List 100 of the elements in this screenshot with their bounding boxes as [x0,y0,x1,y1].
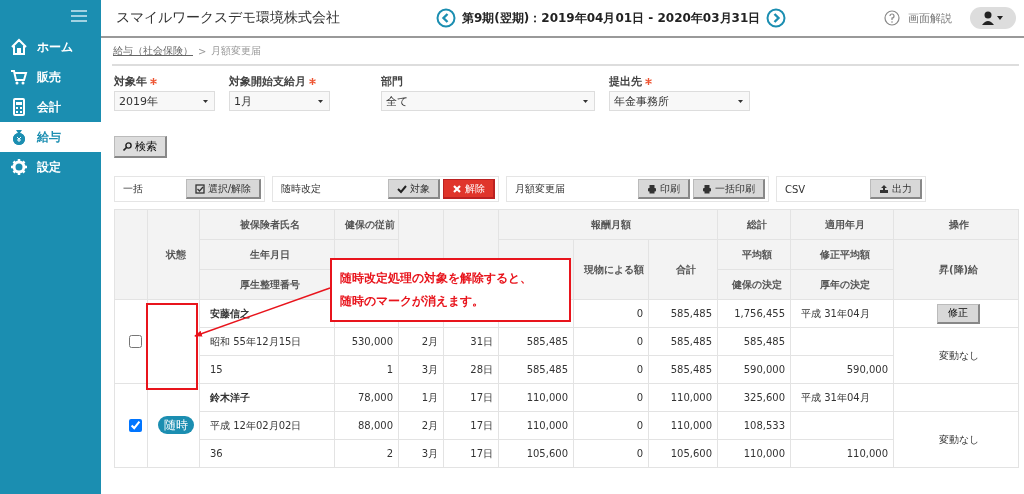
field-label: 対象年 [114,74,147,89]
checkbox-icon [194,183,205,194]
table-cell: 0 [573,411,649,440]
action-button[interactable]: 解除 [443,179,495,199]
required-mark-icon [309,78,316,85]
money-bag-icon [10,128,28,146]
action-button[interactable]: 印刷 [638,179,690,199]
required-mark-icon [645,78,652,85]
column-header: 厚年の決定 [790,269,894,300]
caret-icon [738,99,743,103]
table-cell: 110,000 [648,383,718,412]
column-header: 被保険者氏名 [199,209,335,240]
field-label: 部門 [381,74,403,89]
table-cell: 36 [199,439,335,468]
settings-icon [10,158,28,176]
table-cell: 平成 31年04月 [790,299,894,328]
table-cell: 0 [573,299,649,328]
table-cell: 325,600 [717,383,791,412]
table-cell: 110,000 [498,411,574,440]
search-icon [123,142,132,151]
panel-label: 随時改定 [281,182,321,196]
table-cell: 585,485 [717,327,791,356]
table-cell: 78,000 [334,383,399,412]
column-header: 修正平均額 [790,239,894,270]
table-cell: 変動なし [893,411,1019,468]
panel-label: CSV [785,183,806,195]
sidebar-item[interactable]: 会計 [0,92,101,122]
employee-name: 鈴木洋子 [199,383,335,412]
row-checkbox[interactable] [129,335,142,348]
dropdown[interactable]: 2019年 [114,91,215,111]
field-label: 対象開始支給月 [229,74,306,89]
printer-icon [647,183,657,194]
upload-icon [879,183,889,194]
sidebar-item[interactable]: ホーム [0,32,101,62]
required-mark-icon [150,78,157,85]
menu-icon[interactable] [71,10,87,22]
edit-button[interactable]: 修正 [937,303,981,324]
table-cell: 530,000 [334,327,399,356]
table-cell: 15 [199,355,335,384]
caret-icon [318,99,323,103]
user-menu-button[interactable] [970,7,1017,29]
table-cell: 17日 [443,411,499,440]
table-cell: 110,000 [498,383,574,412]
dropdown[interactable]: 全て [381,91,595,111]
table-cell: 585,485 [648,327,718,356]
action-button[interactable]: 一括印刷 [693,179,765,199]
close-icon [452,183,462,194]
help-icon[interactable] [884,10,901,26]
sidebar-item[interactable]: 給与 [0,122,101,152]
column-header: 報酬月額 [498,209,718,240]
dropdown[interactable]: 年金事務所 [609,91,750,111]
table-cell: 0 [573,327,649,356]
table-cell: 2月 [398,327,444,356]
table-cell: 108,533 [717,411,791,440]
user-icon [981,11,1006,25]
sidebar-item[interactable]: 設定 [0,152,101,182]
table-cell: 585,485 [498,355,574,384]
column-header: 平均額 [717,239,791,270]
calculator-icon [10,98,28,116]
action-button[interactable]: 選択/解除 [185,179,261,199]
column-header: 合計 [648,239,718,300]
dropdown[interactable]: 1月 [229,91,330,111]
status-badge: 随時 [158,416,194,434]
table-cell: 3月 [398,355,444,384]
breadcrumb-link[interactable]: 給与（社会保険） [113,44,193,58]
next-button[interactable] [766,8,787,28]
caret-icon [583,99,588,103]
table-cell: 585,485 [498,327,574,356]
column-header: 健保の従前 [334,209,399,240]
table-cell: 28日 [443,355,499,384]
table-cell: 17日 [443,439,499,468]
field-label: 提出先 [609,74,642,89]
table-cell: 1 [334,355,399,384]
table-cell: 590,000 [717,355,791,384]
help-link[interactable]: 画面解説 [908,10,953,26]
table-cell: 110,000 [717,439,791,468]
table-cell: 17日 [443,383,499,412]
cart-icon [10,68,28,86]
panel-label: 一括 [123,182,143,196]
callout: 随時改定処理の対象を解除すると、 随時のマークが消えます。 [330,258,571,322]
breadcrumb-current: 月額変更届 [211,44,262,58]
caret-icon [203,99,208,103]
action-button[interactable]: 対象 [388,179,440,199]
action-button[interactable]: 出力 [870,179,922,199]
table-cell: 2 [334,439,399,468]
fiscal-period: 第9期(翌期)：2019年04月01日 - 2020年03月31日 [462,9,761,27]
search-button[interactable]: 検索 [114,136,167,158]
column-header: 操作 [893,209,1019,240]
table-cell: 変動なし [893,327,1019,384]
row-checkbox[interactable] [129,419,142,432]
table-cell: 110,000 [648,411,718,440]
previous-button[interactable] [436,8,456,28]
column-header: 適用年月 [790,209,894,240]
table-cell: 1,756,455 [717,299,791,328]
column-header: 生年月日 [199,239,335,270]
sidebar-item[interactable]: 販売 [0,62,101,92]
company-name: スマイルワークスデモ環境株式会社 [116,9,341,27]
table-cell: 0 [573,439,649,468]
table-cell: 1月 [398,383,444,412]
house-icon [10,38,28,56]
